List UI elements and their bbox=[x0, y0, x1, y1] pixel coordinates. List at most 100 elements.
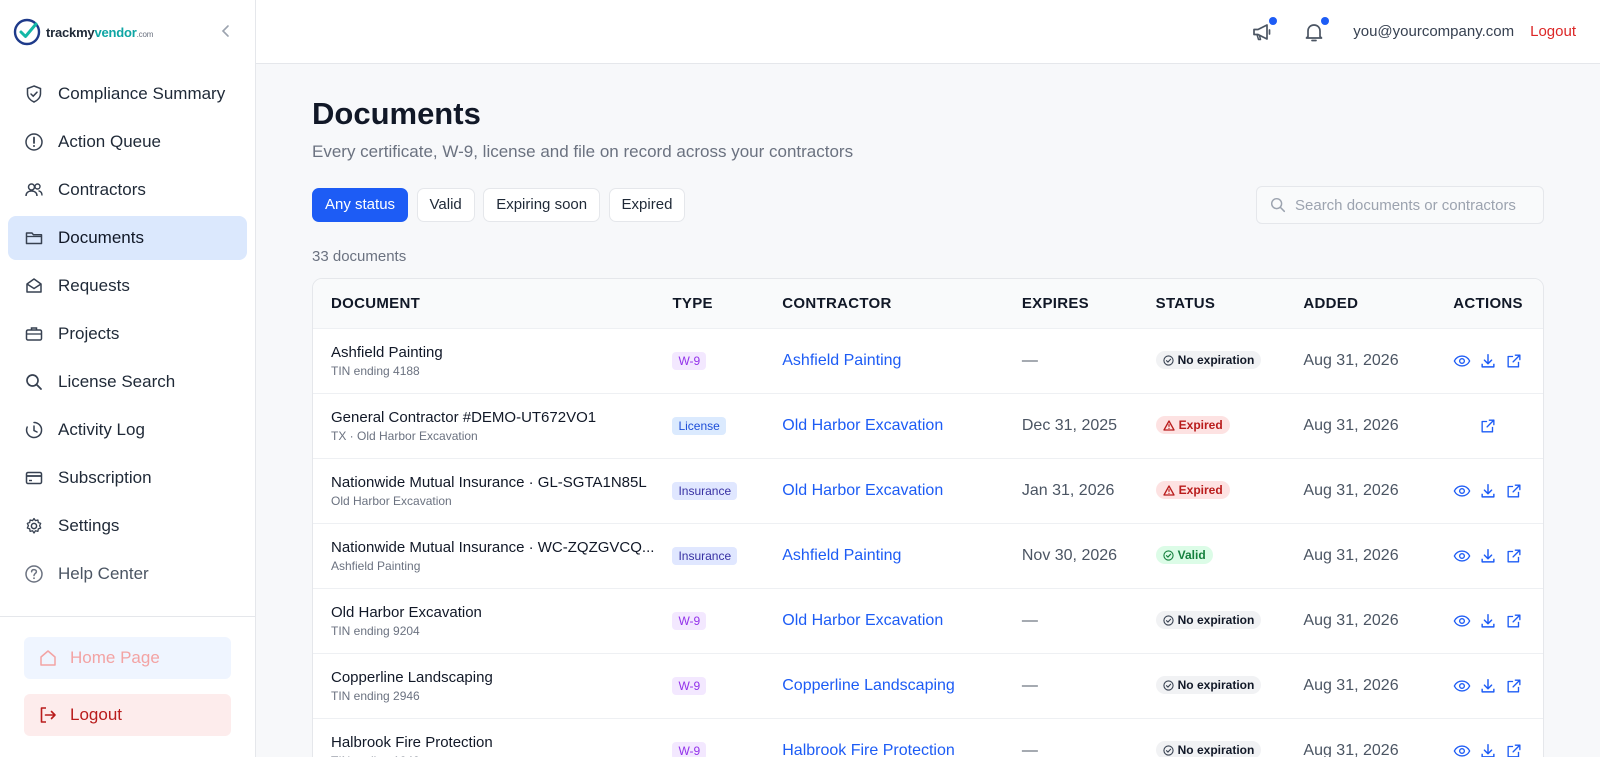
table-body: Ashfield Painting TIN ending 4188 W-9 Ashfi… bbox=[313, 329, 1543, 757]
expires-date: — bbox=[1021, 352, 1038, 369]
external-link-icon bbox=[1505, 482, 1523, 500]
download-button[interactable] bbox=[1479, 677, 1497, 695]
header-contractor[interactable]: CONTRACTOR bbox=[782, 295, 1022, 312]
table-row[interactable]: Nationwide Mutual Insurance · WC-ZQZGVCQ… bbox=[313, 524, 1543, 589]
open-button[interactable] bbox=[1505, 482, 1523, 500]
sidebar-item-label: Documents bbox=[58, 228, 144, 247]
contractor-link[interactable]: Old Harbor Excavation bbox=[782, 482, 943, 499]
user-email: you@yourcompany.com bbox=[1353, 23, 1515, 40]
expires-cell: Dec 31, 2025 bbox=[1022, 417, 1156, 435]
view-button[interactable] bbox=[1453, 677, 1471, 695]
contractor-link[interactable]: Old Harbor Excavation bbox=[782, 417, 943, 434]
download-button[interactable] bbox=[1479, 612, 1497, 630]
sidebar-item-help-center[interactable]: Help Center bbox=[8, 552, 247, 596]
status-label: Expired bbox=[1178, 483, 1223, 498]
status-cell: Expired bbox=[1155, 481, 1304, 501]
table-row[interactable]: General Contractor #DEMO-UT672VO1 TX · Ol… bbox=[313, 394, 1543, 459]
sidebar-item-settings[interactable]: Settings bbox=[8, 504, 247, 548]
announcements-button[interactable] bbox=[1249, 16, 1278, 45]
open-button[interactable] bbox=[1479, 417, 1497, 435]
sidebar-item-subscription[interactable]: Subscription bbox=[8, 456, 247, 500]
header-expires[interactable]: EXPIRES bbox=[1022, 295, 1156, 312]
table-row[interactable]: Nationwide Mutual Insurance · GL-SGTA1N8… bbox=[313, 459, 1543, 524]
view-button[interactable] bbox=[1453, 352, 1471, 370]
users-icon bbox=[24, 180, 44, 200]
table-row[interactable]: Halbrook Fire ProtectionTIN ending 1040W… bbox=[313, 719, 1543, 757]
contractor-link[interactable]: Old Harbor Excavation bbox=[782, 612, 943, 629]
table-row[interactable]: Copperline Landscaping TIN ending 2946 W-9… bbox=[313, 654, 1543, 719]
added-cell: Aug 31, 2026 bbox=[1303, 612, 1433, 630]
shield-icon bbox=[24, 84, 44, 104]
sidebar-logout-button[interactable]: Logout bbox=[24, 694, 231, 736]
expires-cell: — bbox=[1022, 612, 1156, 630]
document-name: Ashfield Painting bbox=[331, 344, 443, 361]
sidebar-item-contractors[interactable]: Contractors bbox=[8, 168, 247, 212]
contractor-cell: Copperline Landscaping bbox=[782, 677, 1022, 695]
actions-cell bbox=[1433, 482, 1543, 500]
filter-expired[interactable]: Expired bbox=[608, 188, 686, 222]
view-button[interactable] bbox=[1453, 612, 1471, 630]
brand-logo[interactable]: trackmyvendor.com bbox=[0, 0, 255, 64]
open-button[interactable] bbox=[1505, 612, 1523, 630]
expires-date: Dec 31, 2025 bbox=[1021, 417, 1118, 434]
external-link-icon bbox=[1505, 612, 1523, 630]
status-cell: No expiration bbox=[1155, 611, 1304, 631]
open-button[interactable] bbox=[1505, 547, 1523, 565]
actions-cell bbox=[1433, 417, 1543, 435]
view-button[interactable] bbox=[1453, 547, 1471, 565]
header-status[interactable]: STATUS bbox=[1156, 295, 1304, 312]
open-button[interactable] bbox=[1505, 742, 1523, 757]
status-badge: No expiration bbox=[1155, 741, 1262, 757]
home-page-button[interactable]: Home Page bbox=[24, 637, 231, 679]
header-added[interactable]: ADDED bbox=[1303, 295, 1433, 312]
search-box bbox=[1256, 186, 1544, 224]
status-label: Expired bbox=[1178, 418, 1223, 433]
sidebar-item-requests[interactable]: Requests bbox=[8, 264, 247, 308]
table-row[interactable]: Ashfield Painting TIN ending 4188 W-9 Ashfi… bbox=[313, 329, 1543, 394]
sidebar-item-projects[interactable]: Projects bbox=[8, 312, 247, 356]
sidebar-item-documents[interactable]: Documents bbox=[8, 216, 247, 260]
header-type[interactable]: TYPE bbox=[672, 295, 782, 312]
sidebar-item-compliance-summary[interactable]: Compliance Summary bbox=[8, 72, 247, 116]
sidebar-item-activity-log[interactable]: Activity Log bbox=[8, 408, 247, 452]
download-button[interactable] bbox=[1479, 742, 1497, 757]
view-button[interactable] bbox=[1453, 742, 1471, 757]
sidebar-item-label: License Search bbox=[58, 372, 176, 391]
download-icon bbox=[1479, 677, 1497, 695]
download-button[interactable] bbox=[1479, 482, 1497, 500]
eye-icon bbox=[1453, 352, 1471, 370]
header-actions: ACTIONS bbox=[1453, 295, 1523, 312]
top-logout-link[interactable]: Logout bbox=[1530, 23, 1576, 40]
download-button[interactable] bbox=[1479, 547, 1497, 565]
notifications-button[interactable] bbox=[1301, 16, 1330, 45]
top-bar: you@yourcompany.com Logout bbox=[256, 0, 1600, 64]
sidebar-item-action-queue[interactable]: Action Queue bbox=[8, 120, 247, 164]
open-button[interactable] bbox=[1505, 677, 1523, 695]
download-icon bbox=[1479, 482, 1497, 500]
external-link-icon bbox=[1505, 742, 1523, 757]
search-input[interactable] bbox=[1295, 196, 1535, 214]
history-icon bbox=[24, 420, 44, 440]
open-button[interactable] bbox=[1505, 352, 1523, 370]
added-cell: Aug 31, 2026 bbox=[1303, 352, 1433, 370]
filter-expiring-soon[interactable]: Expiring soon bbox=[483, 188, 601, 222]
filter-any-status[interactable]: Any status bbox=[312, 188, 409, 222]
actions-cell bbox=[1433, 677, 1543, 695]
header-document[interactable]: DOCUMENT bbox=[313, 295, 672, 312]
collapse-sidebar-button[interactable] bbox=[217, 22, 235, 40]
download-button[interactable] bbox=[1479, 352, 1497, 370]
contractor-link[interactable]: Copperline Landscaping bbox=[782, 677, 955, 694]
sidebar-item-license-search[interactable]: License Search bbox=[8, 360, 247, 404]
document-cell: Copperline Landscaping TIN ending 2946 bbox=[313, 669, 672, 703]
document-subtitle: TIN ending 9204 bbox=[331, 624, 420, 638]
filter-valid[interactable]: Valid bbox=[416, 188, 475, 222]
status-badge: Expired bbox=[1155, 481, 1230, 500]
contractor-link[interactable]: Ashfield Painting bbox=[782, 352, 901, 369]
added-cell: Aug 31, 2026 bbox=[1303, 742, 1433, 757]
contractor-link[interactable]: Ashfield Painting bbox=[782, 547, 901, 564]
status-label: No expiration bbox=[1177, 353, 1255, 368]
sidebar-item-label: Compliance Summary bbox=[58, 84, 226, 103]
table-row[interactable]: Old Harbor Excavation TIN ending 9204 W-9 O… bbox=[313, 589, 1543, 654]
contractor-link[interactable]: Halbrook Fire Protection bbox=[782, 742, 955, 757]
view-button[interactable] bbox=[1453, 482, 1471, 500]
